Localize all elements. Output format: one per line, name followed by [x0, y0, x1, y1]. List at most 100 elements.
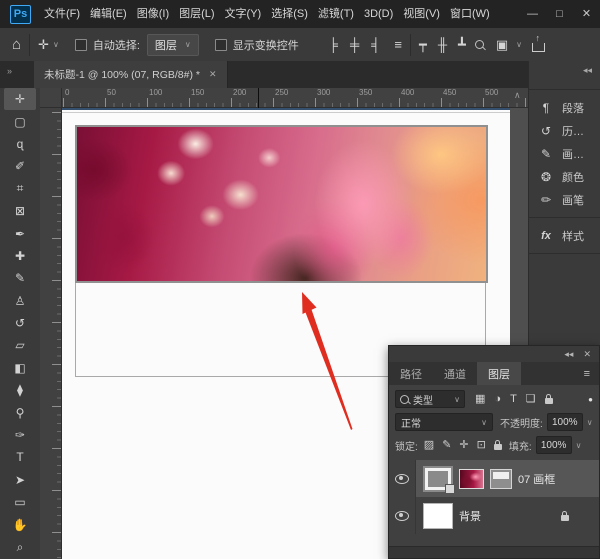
background-thumbnail[interactable] [423, 503, 453, 529]
align-center-icon[interactable]: ╪ [350, 38, 359, 51]
tool-marquee[interactable]: ▢ [4, 110, 36, 132]
menu-window[interactable]: 窗口(W) [445, 0, 495, 28]
auto-select-dropdown[interactable]: 图层 ∨ [147, 34, 199, 56]
home-icon[interactable]: ⌂ [12, 37, 21, 52]
dock-collapse-icon[interactable]: ◂◂ [583, 65, 592, 76]
tool-type[interactable]: T [4, 446, 36, 468]
tool-quick-select[interactable]: ✐ [4, 155, 36, 177]
tool-history-brush[interactable]: ↺ [4, 312, 36, 334]
maximize-button[interactable]: □ [546, 0, 573, 28]
image-thumbnail[interactable] [459, 469, 484, 489]
tool-hand[interactable]: ✋ [4, 513, 36, 535]
tool-crop[interactable]: ⌗ [4, 178, 36, 200]
distribute-horizontal-icon[interactable]: ╫ [438, 38, 447, 51]
menu-select[interactable]: 选择(S) [266, 0, 313, 28]
menu-edit[interactable]: 编辑(E) [85, 0, 132, 28]
filter-type-dropdown[interactable]: 类型 ∨ [395, 390, 465, 408]
lock-all-icon[interactable] [494, 444, 502, 450]
filter-adjustment-layers-icon[interactable]: ◑ [494, 394, 501, 405]
filter-pixel-layers-icon[interactable]: ▦ [475, 394, 485, 405]
tool-blur[interactable]: ⧫ [4, 379, 36, 401]
tool-healing-brush[interactable]: ✚ [4, 245, 36, 267]
tool-eraser[interactable]: ▱ [4, 334, 36, 356]
filter-toggle-icon[interactable]: ● [588, 395, 593, 404]
filter-smart-objects-icon[interactable] [545, 398, 553, 404]
tool-dodge[interactable]: ⚲ [4, 401, 36, 423]
align-left-icon[interactable]: ╞ [329, 38, 338, 51]
panel-button-history[interactable]: ↺ 历… [529, 119, 600, 142]
menu-filter[interactable]: 滤镜(T) [313, 0, 359, 28]
align-bottom-icon[interactable]: ┻ [458, 38, 466, 51]
minimize-button[interactable]: — [519, 0, 546, 28]
menu-file[interactable]: 文件(F) [39, 0, 85, 28]
menu-3d[interactable]: 3D(D) [359, 0, 398, 28]
document-tab[interactable]: 未标题-1 @ 100% (07, RGB/8#) * ✕ [34, 61, 228, 88]
tab-channels[interactable]: 通道 [433, 362, 477, 385]
menu-view[interactable]: 视图(V) [398, 0, 445, 28]
chevron-down-icon[interactable]: ∨ [576, 441, 582, 450]
workspace-icon[interactable]: ▣ [496, 38, 508, 51]
tool-move[interactable]: ✛ [4, 88, 36, 110]
tool-zoom[interactable]: ⌕ [4, 536, 36, 558]
lock-transparency-icon[interactable]: ▨ [424, 440, 434, 451]
opacity-input[interactable]: 100% [547, 413, 583, 431]
menu-layer[interactable]: 图层(L) [174, 0, 219, 28]
tool-brush[interactable]: ✎ [4, 267, 36, 289]
vertical-ruler[interactable]: 0 50 100 150 200 250 300 350 400 450 500 [40, 108, 62, 559]
panel-button-paragraph[interactable]: ¶ 段落 [529, 96, 600, 119]
layer-row-frame[interactable]: 07 画框 [389, 460, 599, 497]
panel-close-icon[interactable]: ✕ [583, 349, 591, 360]
chevron-down-icon[interactable]: ∨ [53, 40, 59, 49]
align-top-icon[interactable]: ┯ [419, 38, 427, 51]
panel-button-color[interactable]: ❂ 颜色 [529, 165, 600, 188]
layer-row-background[interactable]: 背景 [389, 497, 599, 534]
layers-panel: ◂◂ ✕ 路径 通道 图层 ≡ 类型 ∨ ▦ ◑ T ❏ [388, 345, 600, 559]
move-tool-icon[interactable]: ✛ [38, 38, 49, 51]
tool-frame[interactable]: ⊠ [4, 200, 36, 222]
layer-name[interactable]: 07 画框 [518, 471, 555, 487]
tool-pen[interactable]: ✑ [4, 424, 36, 446]
panel-menu-icon[interactable]: ≡ [584, 362, 599, 385]
visibility-eye-icon[interactable] [395, 474, 409, 484]
tab-close-icon[interactable]: ✕ [209, 69, 217, 80]
tab-paths[interactable]: 路径 [389, 362, 433, 385]
lock-pixels-icon[interactable]: ✎ [442, 440, 451, 451]
placed-flower-image[interactable] [75, 125, 488, 283]
blend-mode-dropdown[interactable]: 正常 ∨ [395, 413, 493, 431]
tool-clone-stamp[interactable]: ♙ [4, 290, 36, 312]
scrollbar-up-icon[interactable]: ∧ [514, 90, 521, 101]
tool-rectangle[interactable]: ▭ [4, 491, 36, 513]
menu-type[interactable]: 文字(Y) [220, 0, 267, 28]
filter-shape-layers-icon[interactable]: ❏ [526, 394, 536, 405]
panel-collapse-icon[interactable]: ◂◂ [564, 349, 573, 360]
panel-button-brush-settings[interactable]: ✎ 画… [529, 142, 600, 165]
frame-mask-thumbnail[interactable] [490, 469, 512, 489]
toolbar-collapse-icon[interactable]: » [7, 66, 12, 76]
visibility-eye-icon[interactable] [395, 511, 409, 521]
filter-type-layers-icon[interactable]: T [510, 394, 517, 405]
menu-image[interactable]: 图像(I) [132, 0, 174, 28]
opacity-value: 100% [552, 417, 578, 428]
panel-button-styles[interactable]: fx 样式 [529, 224, 600, 247]
distribute-icon[interactable]: ≡ [394, 38, 402, 51]
tool-eyedropper[interactable]: ✒ [4, 222, 36, 244]
show-transform-checkbox[interactable] [215, 39, 227, 51]
search-icon[interactable] [475, 40, 484, 49]
lock-position-icon[interactable]: ✛ [459, 440, 468, 451]
close-button[interactable]: ✕ [573, 0, 600, 28]
lock-artboard-icon[interactable]: ⊡ [477, 440, 486, 451]
panel-button-brushes[interactable]: ✏ 画笔 [529, 188, 600, 211]
frame-layer-thumbnail[interactable] [423, 466, 453, 492]
chevron-down-icon[interactable]: ∨ [516, 40, 522, 49]
chevron-down-icon[interactable]: ∨ [587, 418, 593, 427]
fill-input[interactable]: 100% [536, 436, 572, 454]
tool-lasso[interactable]: ɋ [4, 133, 36, 155]
tab-layers[interactable]: 图层 [477, 362, 521, 385]
auto-select-checkbox[interactable] [75, 39, 87, 51]
align-right-icon[interactable]: ╡ [371, 38, 380, 51]
tool-gradient[interactable]: ◧ [4, 357, 36, 379]
share-icon[interactable] [532, 43, 545, 52]
horizontal-ruler[interactable]: 0 50 100 150 200 250 300 350 400 450 500 [62, 88, 528, 108]
layer-name[interactable]: 背景 [459, 508, 481, 524]
tool-path-select[interactable]: ➤ [4, 469, 36, 491]
